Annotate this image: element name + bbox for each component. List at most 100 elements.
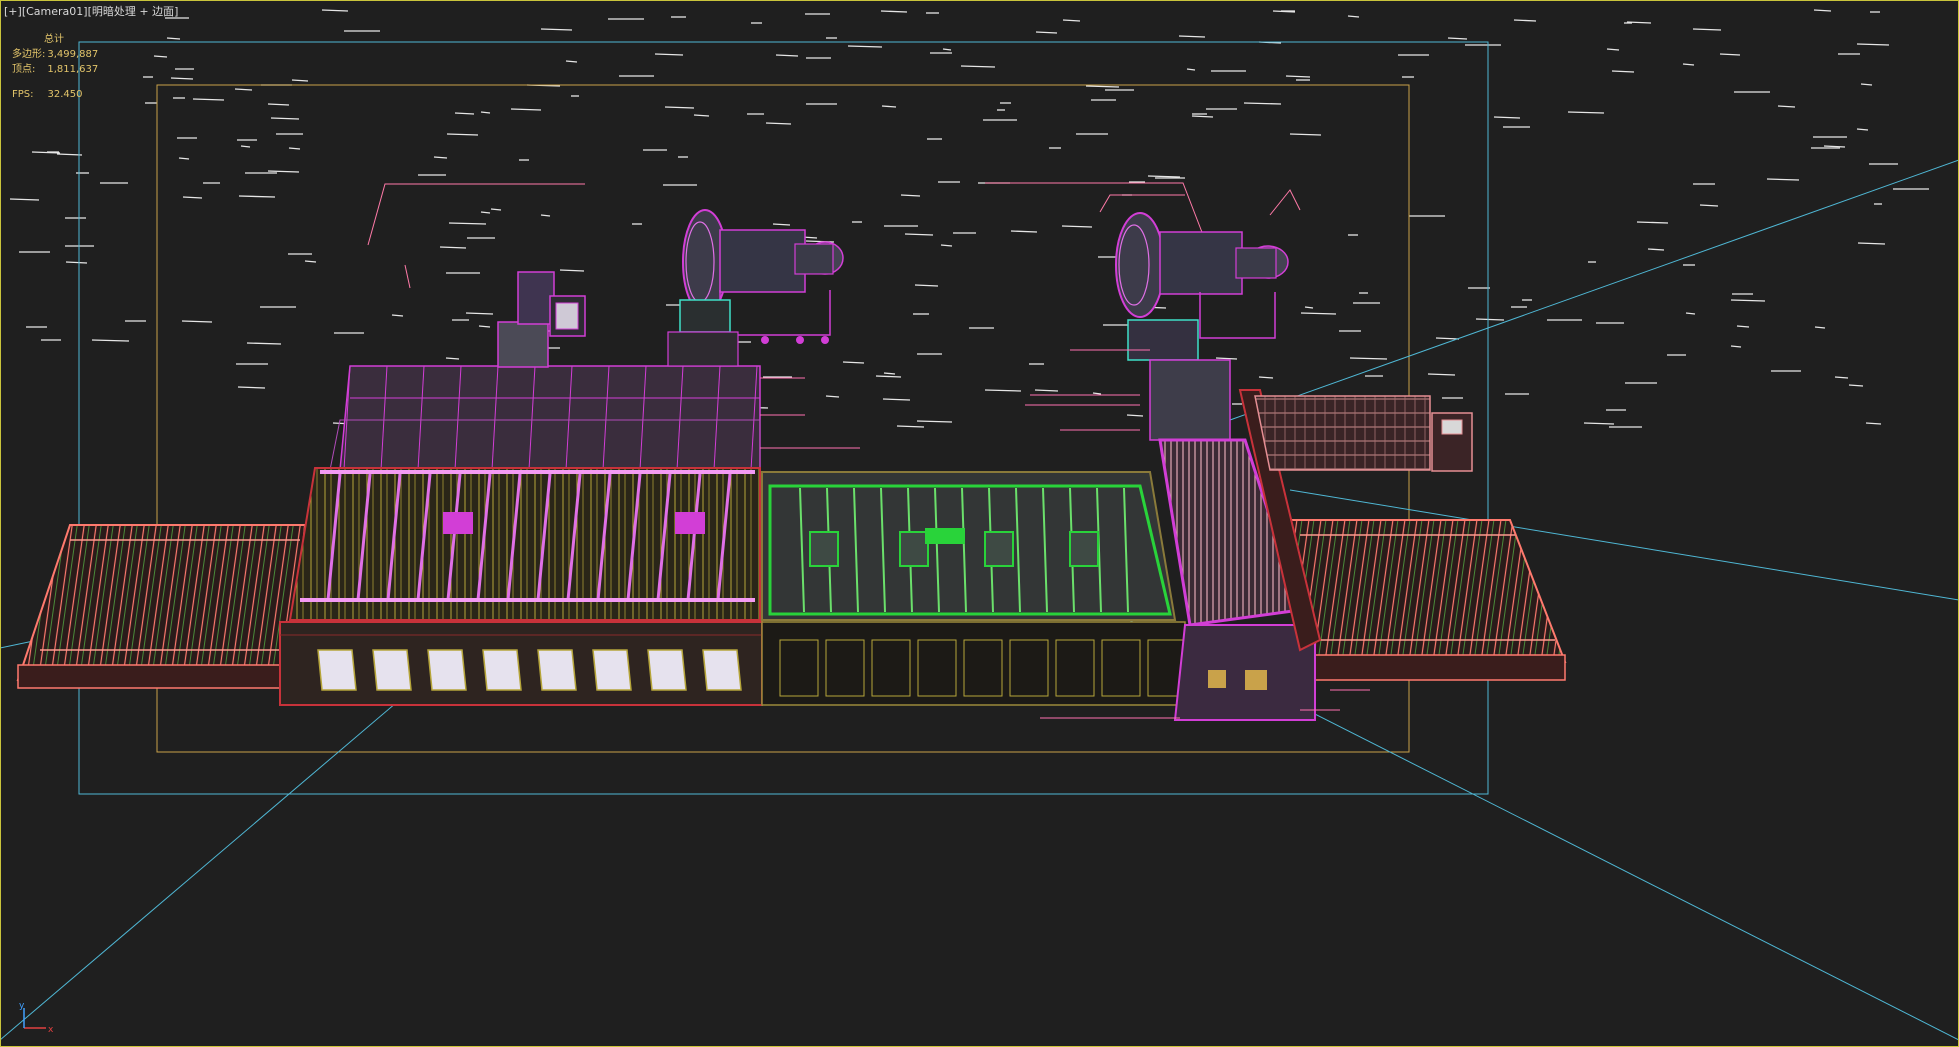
quench-nozzle <box>899 531 929 567</box>
helper-dash <box>1475 318 1505 321</box>
stats-polys-row: 多边形: 3,499,887 <box>12 47 98 62</box>
blower-fan-left <box>667 209 844 367</box>
stats-polys-label: 多边形: <box>12 49 46 60</box>
helper-dash <box>772 223 791 226</box>
helper-dash <box>825 395 840 398</box>
helper-dash <box>1304 306 1314 309</box>
helper-dash <box>56 153 83 156</box>
helper-dash <box>288 147 301 150</box>
helper-dash <box>1147 175 1181 178</box>
helper-dash <box>465 312 494 315</box>
helper-dash <box>765 122 792 125</box>
helper-dash <box>1814 326 1826 329</box>
helper-dash <box>1636 221 1669 224</box>
stats-fps-row: FPS: 32.450 <box>12 87 98 102</box>
helper-dash <box>448 222 487 225</box>
helper-dash <box>1766 178 1800 181</box>
helper-dash <box>896 425 925 428</box>
helper-dash <box>1813 9 1832 12</box>
helper-dash <box>234 88 253 91</box>
helper-dash <box>1493 116 1521 119</box>
helper-dash <box>153 55 168 58</box>
helper-dash <box>1699 204 1719 207</box>
helper-dash <box>246 342 282 345</box>
helper-dash <box>904 233 934 236</box>
helper-dash <box>1035 31 1058 34</box>
blower-fan-right <box>1115 212 1289 361</box>
statistics-overlay: 总计 多边形: 3,499,887 顶点: 1,811,637 FPS: 32.… <box>12 32 98 102</box>
helper-dash <box>1085 85 1120 88</box>
viewport-menu-button[interactable]: [+] <box>4 5 22 18</box>
helper-dash <box>480 211 491 214</box>
helper-dash <box>1092 392 1102 395</box>
helper-dash <box>65 261 88 264</box>
helper-dash <box>1719 53 1741 56</box>
furnace-window <box>482 649 522 691</box>
helper-dash <box>182 196 203 199</box>
helper-dash <box>181 320 213 323</box>
helper-dash <box>1010 230 1038 233</box>
furnace-window <box>592 649 632 691</box>
axis-gizmo: x y <box>19 1002 54 1035</box>
helper-dash <box>882 398 911 401</box>
helper-dash <box>304 260 317 263</box>
helper-dash <box>170 77 194 80</box>
helper-dash <box>1215 357 1238 360</box>
helper-dash <box>916 420 953 423</box>
stats-verts-row: 顶点: 1,811,637 <box>12 62 98 77</box>
helper-dash <box>1300 312 1337 315</box>
helper-dash <box>842 361 865 364</box>
helper-dash <box>1427 373 1456 376</box>
helper-dash <box>1682 63 1695 66</box>
control-cabinets <box>1254 395 1473 472</box>
helper-dash <box>1349 357 1388 360</box>
helper-dash <box>1647 248 1665 251</box>
furnace-window <box>372 649 412 691</box>
axis-y-label: y <box>19 1002 25 1011</box>
shading-mode-selector[interactable]: [明暗处理 + 边面] <box>88 5 179 18</box>
stats-polys-value: 3,499,887 <box>47 49 99 60</box>
helper-dash <box>1606 48 1620 51</box>
helper-dash <box>880 10 908 13</box>
furnace-window <box>317 649 357 691</box>
helper-dash <box>914 284 939 287</box>
helper-dash <box>1856 43 1890 46</box>
helper-dash <box>1583 422 1615 425</box>
helper-dash <box>900 194 921 197</box>
quench-nozzle <box>809 531 839 567</box>
furnace-heating-section <box>279 365 763 706</box>
helper-dash <box>9 198 40 201</box>
helper-dash <box>1435 337 1460 340</box>
helper-dash <box>1289 133 1322 136</box>
helper-dash <box>883 372 896 375</box>
background-helper-lines <box>9 9 1929 431</box>
helper-dash <box>1857 242 1886 245</box>
helper-dash <box>540 28 573 31</box>
helper-dash <box>1865 422 1882 425</box>
helper-dash <box>267 103 290 106</box>
stats-verts-label: 顶点: <box>12 64 36 75</box>
stats-header: 总计 <box>44 34 64 45</box>
helper-dash <box>960 65 996 68</box>
helper-dash <box>291 79 309 82</box>
helper-dash <box>1061 225 1093 228</box>
helper-dash <box>321 9 349 12</box>
helper-dash <box>1513 19 1537 22</box>
helper-dash <box>1823 145 1846 148</box>
helper-dash <box>1186 68 1196 71</box>
camera-viewport[interactable]: [+][Camera01][明暗处理 + 边面] 总计 多边形: 3,499,8… <box>0 0 1959 1047</box>
helper-dash <box>439 246 467 249</box>
helper-dash <box>454 112 475 115</box>
helper-dash <box>984 389 1022 392</box>
helper-dash <box>445 357 460 360</box>
helper-dash <box>270 117 300 120</box>
helper-dash <box>510 108 542 111</box>
helper-dash <box>881 105 897 108</box>
helper-dash <box>178 157 190 160</box>
helper-dash <box>1736 325 1750 328</box>
stats-verts-value: 1,811,637 <box>47 64 99 75</box>
helper-dash <box>1126 414 1144 417</box>
helper-dash <box>1856 128 1869 131</box>
camera-selector[interactable]: [Camera01] <box>22 5 88 18</box>
helper-dash <box>1860 83 1873 86</box>
